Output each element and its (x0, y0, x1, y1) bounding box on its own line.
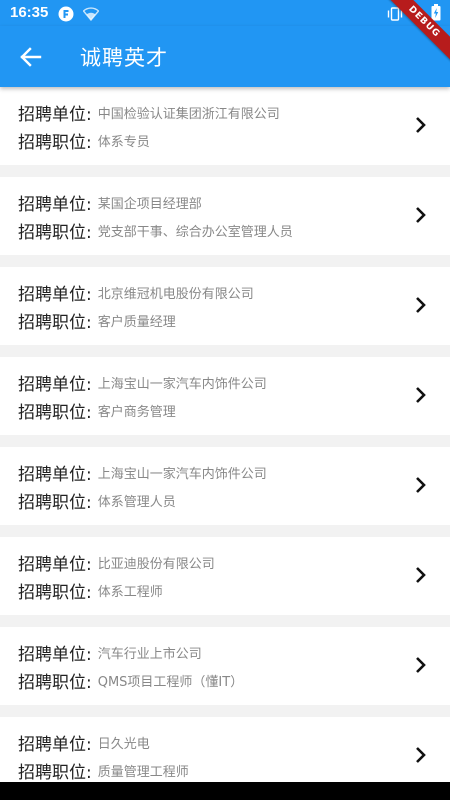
system-nav-bar (0, 782, 450, 800)
position-name: 体系管理人员 (97, 495, 176, 510)
company-name: 汽车行业上市公司 (97, 647, 202, 662)
status-bar: 16:35 (0, 0, 450, 26)
job-item[interactable]: 招聘单位: 汽车行业上市公司 招聘职位: QMS项目工程师（懂IT） (0, 627, 450, 705)
company-name: 某国企项目经理部 (97, 197, 202, 212)
company-row: 招聘单位: 中国检验认证集团浙江有限公司 (18, 100, 280, 125)
company-row: 招聘单位: 北京维冠机电股份有限公司 (18, 280, 254, 305)
position-row: 招聘职位: 客户质量经理 (18, 308, 176, 333)
company-name: 日久光电 (97, 737, 150, 752)
job-item[interactable]: 招聘单位: 上海宝山一家汽车内饰件公司 招聘职位: 客户商务管理 (0, 357, 450, 435)
position-name: 体系专员 (97, 135, 150, 150)
job-item[interactable]: 招聘单位: 上海宝山一家汽车内饰件公司 招聘职位: 体系管理人员 (0, 447, 450, 525)
company-row: 招聘单位: 比亚迪股份有限公司 (18, 550, 215, 575)
page-title: 诚聘英才 (80, 46, 168, 70)
job-item[interactable]: 招聘单位: 某国企项目经理部 招聘职位: 党支部干事、综合办公室管理人员 (0, 177, 450, 255)
company-label: 招聘单位: (18, 195, 92, 215)
company-row: 招聘单位: 某国企项目经理部 (18, 190, 202, 215)
wifi-icon (82, 6, 100, 25)
company-label: 招聘单位: (18, 375, 92, 395)
position-name: QMS项目工程师（懂IT） (97, 675, 244, 690)
chevron-right-icon (416, 297, 426, 313)
position-label: 招聘职位: (18, 223, 92, 243)
position-label: 招聘职位: (18, 133, 92, 153)
position-label: 招聘职位: (18, 313, 92, 333)
chevron-right-icon (416, 117, 426, 133)
company-label: 招聘单位: (18, 735, 92, 755)
position-name: 客户商务管理 (97, 405, 176, 420)
company-row: 招聘单位: 汽车行业上市公司 (18, 640, 202, 665)
position-name: 质量管理工程师 (97, 765, 189, 780)
app-notification-icon (58, 6, 74, 26)
company-row: 招聘单位: 日久光电 (18, 730, 150, 755)
company-label: 招聘单位: (18, 465, 92, 485)
position-row: 招聘职位: 质量管理工程师 (18, 758, 189, 783)
company-name: 比亚迪股份有限公司 (97, 557, 215, 572)
company-name: 上海宝山一家汽车内饰件公司 (97, 467, 267, 482)
status-time: 16:35 (10, 4, 49, 21)
chevron-right-icon (416, 657, 426, 673)
company-name: 北京维冠机电股份有限公司 (97, 287, 254, 302)
company-label: 招聘单位: (18, 645, 92, 665)
position-label: 招聘职位: (18, 673, 92, 693)
job-list: 招聘单位: 中国检验认证集团浙江有限公司 招聘职位: 体系专员 招聘单位: 某国企项目… (0, 87, 450, 795)
position-label: 招聘职位: (18, 403, 92, 423)
position-label: 招聘职位: (18, 583, 92, 603)
chevron-right-icon (416, 387, 426, 403)
position-name: 客户质量经理 (97, 315, 176, 330)
company-label: 招聘单位: (18, 285, 92, 305)
arrow-back-icon (20, 47, 42, 67)
job-item[interactable]: 招聘单位: 中国检验认证集团浙江有限公司 招聘职位: 体系专员 (0, 87, 450, 165)
position-row: 招聘职位: 体系专员 (18, 128, 150, 153)
chevron-right-icon (416, 477, 426, 493)
company-label: 招聘单位: (18, 105, 92, 125)
chevron-right-icon (416, 747, 426, 763)
back-button[interactable] (14, 40, 48, 74)
position-name: 体系工程师 (97, 585, 163, 600)
position-name: 党支部干事、综合办公室管理人员 (97, 225, 293, 240)
company-row: 招聘单位: 上海宝山一家汽车内饰件公司 (18, 460, 267, 485)
company-name: 上海宝山一家汽车内饰件公司 (97, 377, 267, 392)
position-label: 招聘职位: (18, 493, 92, 513)
company-name: 中国检验认证集团浙江有限公司 (97, 107, 280, 122)
company-label: 招聘单位: (18, 555, 92, 575)
chevron-right-icon (416, 207, 426, 223)
chevron-right-icon (416, 567, 426, 583)
position-row: 招聘职位: 党支部干事、综合办公室管理人员 (18, 218, 293, 243)
position-label: 招聘职位: (18, 763, 92, 783)
app-bar: 诚聘英才 (0, 26, 450, 87)
position-row: 招聘职位: 客户商务管理 (18, 398, 176, 423)
job-item[interactable]: 招聘单位: 北京维冠机电股份有限公司 招聘职位: 客户质量经理 (0, 267, 450, 345)
position-row: 招聘职位: 体系管理人员 (18, 488, 176, 513)
position-row: 招聘职位: 体系工程师 (18, 578, 163, 603)
company-row: 招聘单位: 上海宝山一家汽车内饰件公司 (18, 370, 267, 395)
job-item[interactable]: 招聘单位: 比亚迪股份有限公司 招聘职位: 体系工程师 (0, 537, 450, 615)
position-row: 招聘职位: QMS项目工程师（懂IT） (18, 668, 244, 693)
